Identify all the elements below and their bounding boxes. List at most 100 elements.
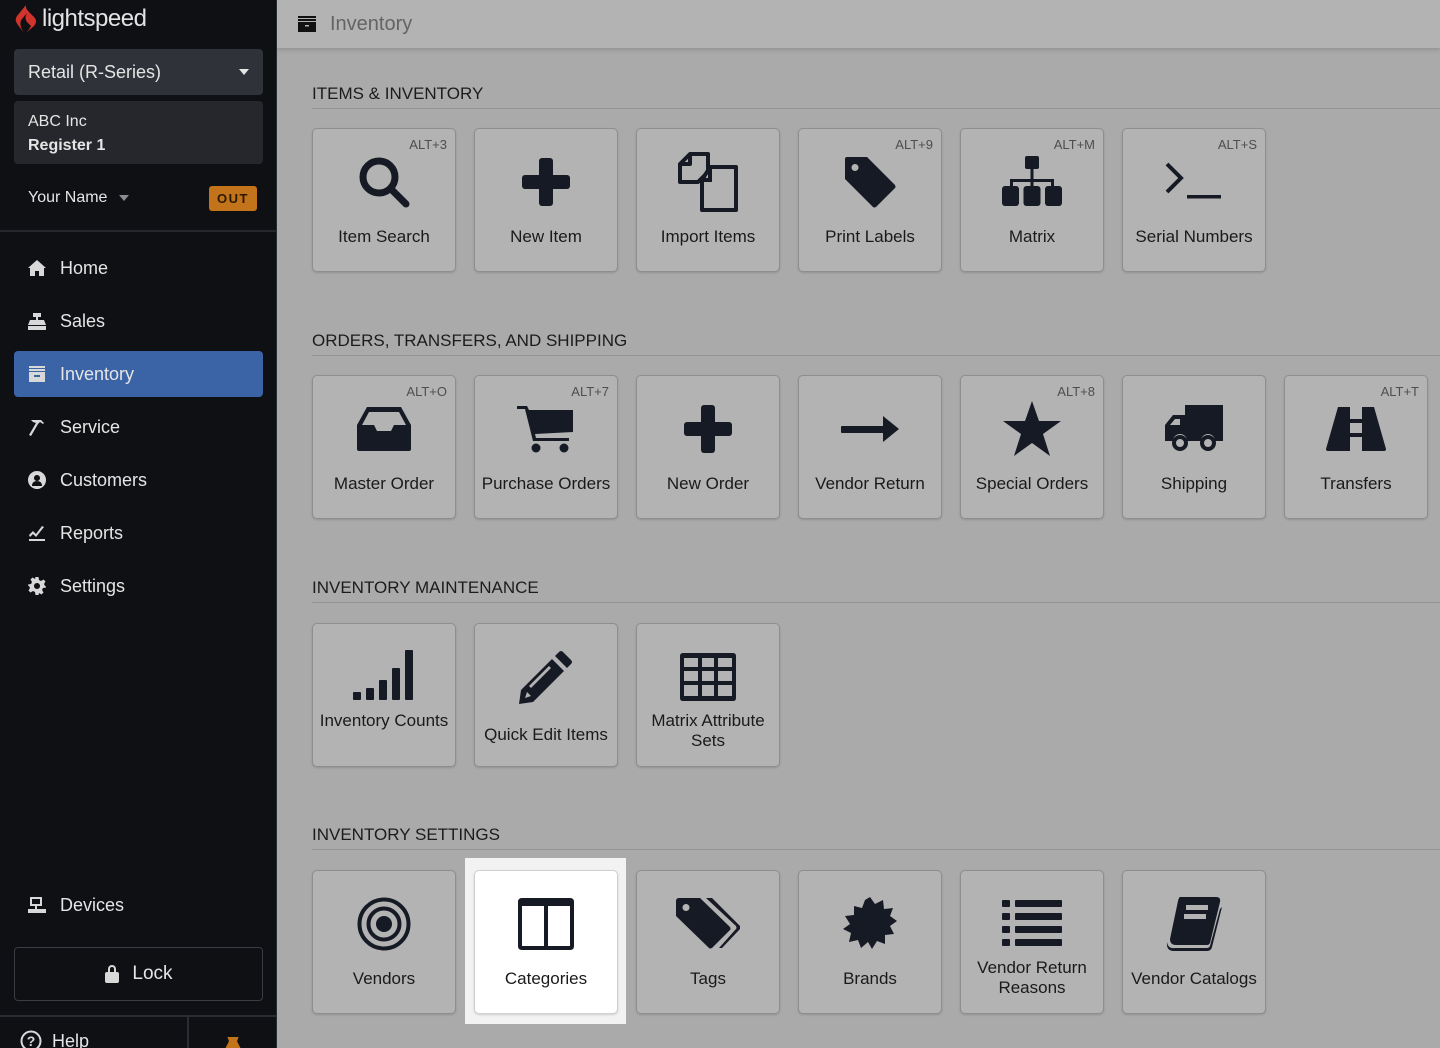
- tile-label: Master Order: [333, 474, 435, 493]
- register-name: Register 1: [28, 137, 106, 154]
- search-icon: [313, 151, 455, 213]
- tile-label: Vendor Catalogs: [1131, 969, 1257, 988]
- terminal-icon: [1123, 151, 1265, 213]
- lock-label: Lock: [132, 963, 173, 984]
- plus-icon: [475, 151, 617, 213]
- sidebar-item-settings[interactable]: Settings: [14, 563, 263, 609]
- tile-print-labels[interactable]: ALT+9 Print Labels: [798, 128, 942, 272]
- tile-brands[interactable]: Brands: [798, 870, 942, 1014]
- tile-label: Vendors: [352, 969, 416, 988]
- chart-line-icon: [26, 522, 48, 544]
- sidebar-item-home[interactable]: Home: [14, 245, 263, 291]
- user-row: Your Name OUT: [28, 183, 257, 213]
- road-icon: [1285, 398, 1427, 460]
- tile-label: Item Search: [338, 227, 430, 246]
- lock-button[interactable]: Lock: [14, 947, 263, 1001]
- tile-serial-numbers[interactable]: ALT+S Serial Numbers: [1122, 128, 1266, 272]
- shortcut-label: ALT+M: [1053, 137, 1095, 152]
- tile-special-orders[interactable]: ALT+8 Special Orders: [960, 375, 1104, 519]
- section-inventory-maintenance: INVENTORY MAINTENANCE: [312, 573, 1440, 603]
- shop-name: ABC Inc: [28, 113, 87, 130]
- brand-name: lightspeed: [42, 5, 147, 32]
- chevron-down-icon[interactable]: [119, 195, 130, 201]
- tile-categories[interactable]: Categories: [474, 870, 618, 1014]
- tag-icon: [799, 151, 941, 213]
- sidebar-item-sales[interactable]: Sales: [14, 298, 263, 344]
- bullseye-icon: [313, 893, 455, 955]
- tile-label: New Order: [666, 474, 750, 493]
- shortcut-label: ALT+7: [571, 384, 609, 399]
- tile-label: Purchase Orders: [481, 474, 611, 493]
- shop-register-info[interactable]: ABC Inc Register 1: [14, 101, 263, 164]
- section-items-inventory: ITEMS & INVENTORY: [312, 79, 1440, 109]
- hammer-icon: [26, 416, 48, 438]
- tile-quick-edit-items[interactable]: Quick Edit Items: [474, 623, 618, 767]
- tile-label: Import Items: [660, 227, 756, 246]
- tile-label: New Item: [510, 227, 582, 246]
- tile-matrix-attribute-sets[interactable]: Matrix Attribute Sets: [636, 623, 780, 767]
- lightspeed-logo[interactable]: lightspeed: [14, 2, 147, 36]
- tile-vendor-return-reasons[interactable]: Vendor Return Reasons: [960, 870, 1104, 1014]
- sidebar-item-inventory[interactable]: Inventory: [14, 351, 263, 397]
- shortcut-label: ALT+T: [1380, 384, 1419, 399]
- sidebar-item-label: Home: [60, 257, 109, 278]
- tile-label: Tags: [690, 969, 726, 988]
- tile-label: Shipping: [1160, 474, 1228, 493]
- lock-icon: [105, 965, 120, 983]
- product-select[interactable]: Retail (R-Series): [14, 49, 263, 95]
- chevron-down-icon: [239, 69, 249, 75]
- tile-import-items[interactable]: Import Items: [636, 128, 780, 272]
- archive-icon: [26, 363, 48, 385]
- tiles-orders-transfers-shipping: ALT+O Master Order ALT+7 Purchase Orders…: [312, 375, 1428, 519]
- home-icon: [26, 257, 48, 279]
- sidebar-item-reports[interactable]: Reports: [14, 510, 263, 556]
- tile-label: Serial Numbers: [1135, 227, 1253, 246]
- tile-label: Categories: [504, 969, 588, 988]
- tile-purchase-orders[interactable]: ALT+7 Purchase Orders: [474, 375, 618, 519]
- tiles-items-inventory: ALT+3 Item Search New Item Import Items …: [312, 128, 1266, 272]
- tile-label: Special Orders: [975, 474, 1089, 493]
- truck-icon: [1123, 398, 1265, 460]
- sidebar-item-label: Customers: [60, 469, 148, 490]
- list-icon: [961, 893, 1103, 955]
- tile-inventory-counts[interactable]: Inventory Counts: [312, 623, 456, 767]
- help-label: Help: [52, 1030, 90, 1048]
- pencil-icon: [475, 646, 617, 708]
- page-header: Inventory: [277, 0, 1440, 48]
- tile-shipping[interactable]: Shipping: [1122, 375, 1266, 519]
- section-title: INVENTORY SETTINGS: [312, 820, 1440, 850]
- section-orders-transfers-shipping: ORDERS, TRANSFERS, AND SHIPPING: [312, 326, 1440, 356]
- tile-tags[interactable]: Tags: [636, 870, 780, 1014]
- archive-icon: [298, 16, 316, 32]
- clock-status-button[interactable]: OUT: [209, 185, 257, 211]
- section-title: ITEMS & INVENTORY: [312, 79, 1440, 109]
- sidebar-item-devices[interactable]: Devices: [26, 894, 124, 916]
- gear-icon: [26, 575, 48, 597]
- tile-new-order[interactable]: New Order: [636, 375, 780, 519]
- tile-new-item[interactable]: New Item: [474, 128, 618, 272]
- signal-bars-icon: [313, 646, 455, 708]
- tile-master-order[interactable]: ALT+O Master Order: [312, 375, 456, 519]
- sidebar: lightspeed Retail (R-Series) ABC Inc Reg…: [0, 0, 277, 1048]
- sidebar-item-service[interactable]: Service: [14, 404, 263, 450]
- divider: [0, 230, 277, 232]
- section-title: ORDERS, TRANSFERS, AND SHIPPING: [312, 326, 1440, 356]
- tiles-inventory-settings: Vendors Categories Tags Brands Vendor Re…: [312, 870, 1266, 1014]
- sidebar-item-label: Inventory: [60, 363, 135, 384]
- tile-vendors[interactable]: Vendors: [312, 870, 456, 1014]
- tile-vendor-catalogs[interactable]: Vendor Catalogs: [1122, 870, 1266, 1014]
- user-menu[interactable]: Your Name: [28, 189, 107, 207]
- desktop-icon: [26, 894, 48, 916]
- sidebar-item-label: Sales: [60, 310, 106, 331]
- question-circle-icon: ?: [20, 1030, 42, 1048]
- help-button[interactable]: ? Help: [20, 1030, 89, 1048]
- shortcut-label: ALT+9: [895, 137, 933, 152]
- arrow-right-icon: [799, 398, 941, 460]
- sidebar-item-customers[interactable]: Customers: [14, 457, 263, 503]
- tile-vendor-return[interactable]: Vendor Return: [798, 375, 942, 519]
- tile-label: Transfers: [1320, 474, 1392, 493]
- certificate-icon: [799, 893, 941, 955]
- tile-transfers[interactable]: ALT+T Transfers: [1284, 375, 1428, 519]
- tile-matrix[interactable]: ALT+M Matrix: [960, 128, 1104, 272]
- tile-item-search[interactable]: ALT+3 Item Search: [312, 128, 456, 272]
